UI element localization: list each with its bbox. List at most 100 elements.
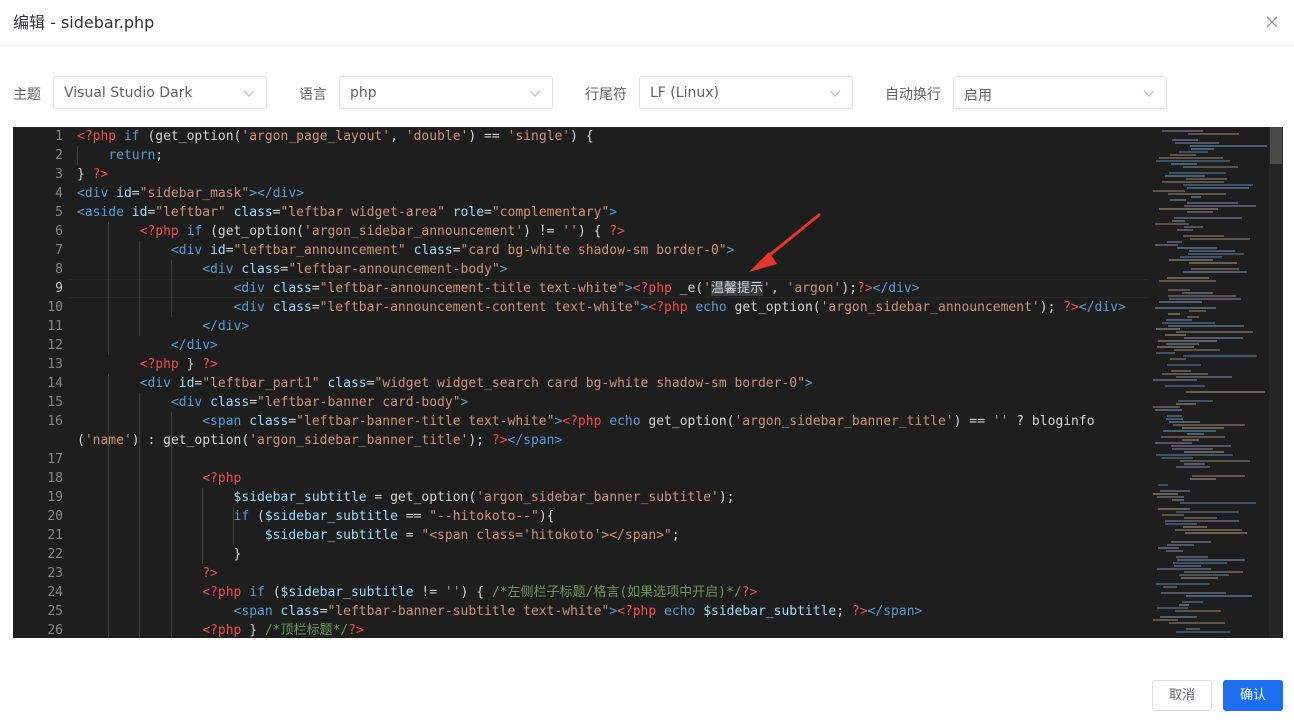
- line-number: 5: [55, 205, 63, 220]
- minimap-line: [1187, 211, 1213, 213]
- code-line: <div class="leftbar-announcement-body">: [77, 260, 507, 279]
- minimap-line: [1176, 556, 1208, 558]
- code-token: 'single': [507, 129, 571, 144]
- code-token: "<span class='hitokoto'></span>": [421, 528, 672, 543]
- minimap-line: [1161, 436, 1225, 438]
- minimap-line: [1175, 529, 1242, 531]
- code-token: = get_option(: [366, 490, 477, 505]
- line-number: 14: [47, 376, 63, 391]
- code-token: <?php: [632, 281, 680, 296]
- minimap-line: [1171, 163, 1197, 165]
- code-token: ,: [390, 129, 406, 144]
- minimap-line: [1184, 337, 1243, 339]
- code-token: class: [210, 395, 250, 410]
- minimap[interactable]: [1153, 127, 1269, 638]
- minimap-line: [1157, 346, 1194, 348]
- confirm-button[interactable]: 确认: [1223, 680, 1283, 711]
- code-token: ) ==: [468, 129, 508, 144]
- code-line: <?php if (get_option('argon_sidebar_anno…: [77, 222, 625, 241]
- code-token: ;: [155, 148, 164, 163]
- code-editor[interactable]: 1 2 3 4 5 6 7 8 9 10 11 12 13 14 15 16 17 18 19 20 21 22 23 24 2…: [13, 127, 1283, 638]
- code-token: <aside: [77, 205, 132, 220]
- vertical-scrollbar[interactable]: [1269, 127, 1283, 638]
- minimap-line: [1163, 586, 1177, 588]
- code-token: =: [288, 414, 297, 429]
- dialog-title: 编辑 - sidebar.php: [13, 13, 155, 32]
- code-token: 'argon_sidebar_banner_subtitle': [476, 490, 719, 505]
- language-select[interactable]: php: [339, 76, 553, 109]
- code-token: 'argon_sidebar_announcement': [304, 224, 524, 239]
- minimap-line: [1188, 253, 1244, 255]
- scrollbar-thumb[interactable]: [1270, 127, 1282, 164]
- minimap-line: [1156, 352, 1175, 354]
- line-number: 16: [47, 414, 63, 429]
- minimap-line: [1170, 358, 1186, 360]
- code-token: "card bg-white shadow-sm border-0": [460, 243, 727, 258]
- code-line: <?php } ?>: [77, 355, 218, 374]
- line-number: 2: [55, 148, 63, 163]
- code-token: class: [272, 300, 312, 315]
- minimap-line: [1174, 565, 1201, 567]
- code-token: ) {: [570, 129, 594, 144]
- close-icon[interactable]: [1264, 14, 1280, 30]
- minimap-line: [1191, 268, 1239, 270]
- minimap-line: [1176, 331, 1253, 333]
- minimap-line: [1183, 235, 1224, 237]
- minimap-line: [1179, 604, 1189, 606]
- minimap-line: [1156, 160, 1230, 162]
- code-token: ?>: [491, 433, 508, 448]
- code-token: >: [460, 395, 469, 410]
- minimap-line: [1176, 403, 1196, 405]
- code-token: ) ==: [953, 414, 993, 429]
- theme-select[interactable]: Visual Studio Dark: [53, 76, 267, 109]
- minimap-line: [1184, 517, 1217, 519]
- minimap-line: [1189, 262, 1237, 264]
- code-line: return;: [77, 146, 163, 165]
- minimap-line: [1172, 139, 1198, 141]
- line-number: 8: [55, 262, 63, 277]
- wrap-label: 自动换行: [885, 87, 941, 103]
- minimap-line: [1162, 514, 1184, 516]
- wrap-select[interactable]: 启用: [953, 76, 1167, 109]
- code-token: class: [241, 262, 281, 277]
- minimap-line: [1176, 631, 1230, 633]
- code-token: ) {: [577, 224, 610, 239]
- code-token: get_option(: [648, 414, 735, 429]
- code-token: ?>: [348, 623, 364, 638]
- code-area[interactable]: <?php if (get_option('argon_page_layout'…: [77, 127, 1162, 638]
- minimap-line: [1169, 622, 1225, 624]
- cancel-button[interactable]: 取消: [1152, 680, 1212, 711]
- minimap-line: [1169, 259, 1213, 261]
- language-select-value: php: [350, 85, 377, 101]
- minimap-line: [1157, 496, 1184, 498]
- code-token: _e(: [679, 281, 704, 296]
- code-token: "--hitokoto--": [429, 509, 539, 524]
- code-line: <div id="sidebar_mask"></div>: [77, 184, 304, 203]
- minimap-line: [1177, 247, 1217, 249]
- code-token: =: [249, 395, 258, 410]
- code-token: class: [233, 205, 273, 220]
- code-token: ) !=: [523, 224, 563, 239]
- code-token: "leftbar widget-area": [280, 205, 453, 220]
- code-token: get_option(: [734, 300, 821, 315]
- minimap-line: [1162, 130, 1203, 132]
- eol-select[interactable]: LF (Linux): [639, 76, 853, 109]
- code-token: <div: [233, 300, 273, 315]
- minimap-line: [1153, 493, 1178, 495]
- code-token: if: [123, 129, 148, 144]
- code-token: 'double': [405, 129, 469, 144]
- code-token: <div: [77, 186, 117, 201]
- code-token: =: [272, 205, 281, 220]
- code-token: $sidebar_subtitle: [264, 509, 398, 524]
- minimap-line: [1168, 193, 1226, 195]
- code-token: ,: [770, 281, 787, 296]
- eol-label: 行尾符: [585, 87, 627, 103]
- code-token: <div: [233, 281, 273, 296]
- minimap-line: [1166, 418, 1183, 420]
- minimap-line: [1179, 151, 1208, 153]
- code-token: >: [804, 376, 813, 391]
- code-token: echo: [609, 414, 649, 429]
- code-token: (get_option(: [147, 129, 242, 144]
- code-token: "leftbar": [155, 205, 234, 220]
